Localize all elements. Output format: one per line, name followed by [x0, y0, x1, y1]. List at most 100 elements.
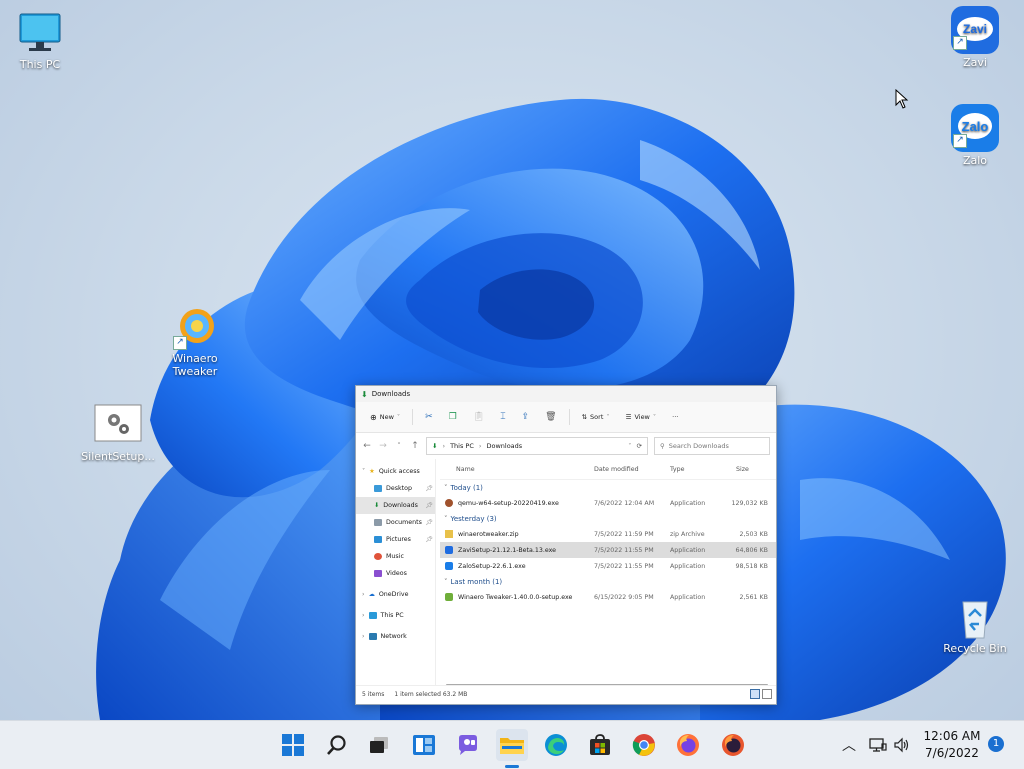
breadcrumb-downloads[interactable]: Downloads: [486, 442, 522, 450]
back-arrow-icon[interactable]: ←: [362, 441, 372, 451]
nav-network[interactable]: › Network: [356, 628, 435, 645]
column-headers: Name Date modified Type Size: [440, 459, 776, 480]
delete-button[interactable]: 🗑︎: [537, 406, 564, 428]
volume-button[interactable]: [893, 721, 911, 769]
svg-text:Zavi: Zavi: [963, 22, 987, 36]
edge-button[interactable]: [540, 729, 572, 761]
group-label: Yesterday (3): [450, 514, 497, 523]
file-name: qemu-w64-setup-20220419.exe: [458, 500, 559, 507]
file-row[interactable]: Winaero Tweaker-1.40.0.0-setup.exe 6/15/…: [440, 589, 776, 605]
nav-label: Pictures: [386, 536, 411, 543]
clock-area[interactable]: 12:06 AM 7/6/2022: [912, 728, 992, 762]
task-view-button[interactable]: [363, 729, 395, 761]
expand-chevron-icon: ›: [362, 591, 365, 598]
file-size: 2,561 KB: [739, 593, 768, 601]
desktop-icon-zalo[interactable]: Zalo ↗ Zalo: [935, 104, 1015, 167]
window-titlebar[interactable]: ⬇ Downloads: [356, 386, 776, 402]
file-type: Application: [670, 593, 706, 601]
group-header-today[interactable]: ˅ Today (1): [440, 480, 776, 495]
nav-item-desktop[interactable]: Desktop 📌︎: [356, 480, 435, 497]
notification-badge[interactable]: 1: [988, 736, 1004, 752]
expand-chevron-icon: ›: [362, 612, 365, 619]
store-icon: [590, 734, 610, 755]
cloud-icon: ☁: [368, 591, 375, 598]
file-explorer-window[interactable]: ⬇ Downloads ⊕ New ˅ ✂ ❐ 📋︎ ⌶ ⇪ 🗑︎ ⇅ Sort…: [355, 385, 777, 705]
search-button[interactable]: [321, 729, 353, 761]
file-date: 7/5/2022 11:59 PM: [594, 530, 654, 538]
column-header-size[interactable]: Size: [728, 466, 776, 473]
file-explorer-button[interactable]: [496, 729, 528, 761]
collapse-chevron-icon: ˅: [444, 483, 448, 492]
chevron-down-icon: ˅: [396, 413, 401, 421]
nav-onedrive[interactable]: › ☁ OneDrive: [356, 586, 435, 603]
group-header-last-month[interactable]: ˅ Last month (1): [440, 574, 776, 589]
recent-locations-chevron-icon[interactable]: ˅: [394, 442, 404, 450]
window-title: Downloads: [371, 390, 411, 398]
firefox-developer-button[interactable]: [717, 729, 749, 761]
widgets-icon: [413, 735, 435, 755]
desktop-icon-this-pc[interactable]: This PC: [0, 12, 80, 71]
nav-item-documents[interactable]: Documents 📌︎: [356, 514, 435, 531]
toolbar-divider: [412, 409, 414, 425]
store-button[interactable]: [584, 729, 616, 761]
desktop-icon-label: Zalo: [962, 154, 988, 167]
file-name-cell: Winaero Tweaker-1.40.0.0-setup.exe: [440, 593, 594, 601]
breadcrumb-this-pc[interactable]: This PC: [450, 442, 474, 450]
chevron-down-icon: ˅: [606, 413, 610, 421]
nav-item-music[interactable]: Music: [356, 548, 435, 565]
nav-item-videos[interactable]: Videos: [356, 565, 435, 582]
details-view-toggle[interactable]: [750, 689, 760, 699]
group-header-yesterday[interactable]: ˅ Yesterday (3): [440, 511, 776, 526]
cut-button[interactable]: ✂: [417, 406, 441, 428]
paste-button[interactable]: 📋︎: [465, 406, 492, 428]
desktop-icon-recycle-bin[interactable]: Recycle Bin: [935, 596, 1015, 655]
command-bar: ⊕ New ˅ ✂ ❐ 📋︎ ⌶ ⇪ 🗑︎ ⇅ Sort ˅ ☰ View ˅ …: [356, 402, 776, 433]
column-header-date[interactable]: Date modified: [594, 466, 670, 473]
desktop-icon-silentsetup[interactable]: SilentSetup...: [78, 404, 158, 463]
file-size: 98,518 KB: [735, 562, 768, 570]
nav-item-downloads[interactable]: ⬇ Downloads 📌︎: [356, 497, 435, 514]
file-row-selected[interactable]: ZaviSetup-21.12.1-Beta.13.exe 7/5/2022 1…: [440, 542, 776, 558]
nav-item-pictures[interactable]: Pictures 📌︎: [356, 531, 435, 548]
network-icon: [368, 633, 377, 640]
forward-arrow-icon[interactable]: →: [378, 441, 388, 451]
tiles-view-toggle[interactable]: [762, 689, 772, 699]
desktop-icon-zavi[interactable]: Zavi ↗ Zavi: [935, 6, 1015, 69]
file-name-cell: ZaloSetup-22.6.1.exe: [440, 562, 594, 570]
desktop-icon-winaero-tweaker[interactable]: ↗ Winaero Tweaker: [155, 306, 235, 378]
address-row: ← → ˅ ↑ ⬇ › This PC › Downloads ˅ ⟳ ⚲ Se…: [356, 433, 776, 459]
show-hidden-icons-button[interactable]: ︿: [842, 721, 856, 769]
column-header-type[interactable]: Type: [670, 466, 728, 473]
start-button[interactable]: [277, 729, 309, 761]
up-arrow-icon[interactable]: ↑: [410, 441, 420, 451]
firefox-button[interactable]: [672, 729, 704, 761]
widgets-button[interactable]: [408, 729, 440, 761]
new-button[interactable]: ⊕ New ˅: [362, 406, 408, 428]
file-row[interactable]: winaerotweaker.zip 7/5/2022 11:59 PM zip…: [440, 526, 776, 542]
view-button[interactable]: ☰ View ˅: [618, 406, 665, 428]
downloads-folder-icon: ⬇: [374, 502, 380, 509]
videos-folder-icon: [374, 570, 382, 577]
refresh-icon[interactable]: ⟳: [637, 442, 642, 450]
nav-label: Quick access: [378, 468, 420, 475]
file-row[interactable]: qemu-w64-setup-20220419.exe 7/6/2022 12:…: [440, 495, 776, 511]
file-date: 6/15/2022 9:05 PM: [594, 593, 654, 601]
search-input[interactable]: ⚲ Search Downloads: [654, 437, 770, 455]
column-header-name[interactable]: Name: [440, 466, 594, 473]
address-bar[interactable]: ⬇ › This PC › Downloads ˅ ⟳: [426, 437, 648, 455]
chrome-button[interactable]: [628, 729, 660, 761]
file-list: Name Date modified Type Size ˅ Today (1)…: [436, 459, 776, 685]
more-options-button[interactable]: ···: [664, 406, 686, 428]
network-status-button[interactable]: [869, 721, 887, 769]
sort-button[interactable]: ⇅ Sort ˅: [574, 406, 618, 428]
address-dropdown-icon[interactable]: ˅: [628, 442, 631, 450]
nav-this-pc[interactable]: › This PC: [356, 607, 435, 624]
chat-button[interactable]: [452, 729, 484, 761]
nav-quick-access[interactable]: ˅ ★ Quick access: [356, 463, 435, 480]
rename-button[interactable]: ⌶: [492, 406, 513, 428]
qemu-app-icon: [445, 499, 453, 507]
file-row[interactable]: ZaloSetup-22.6.1.exe 7/5/2022 11:55 PM A…: [440, 558, 776, 574]
share-button[interactable]: ⇪: [514, 406, 538, 428]
copy-button[interactable]: ❐: [441, 406, 465, 428]
music-folder-icon: [374, 553, 382, 560]
